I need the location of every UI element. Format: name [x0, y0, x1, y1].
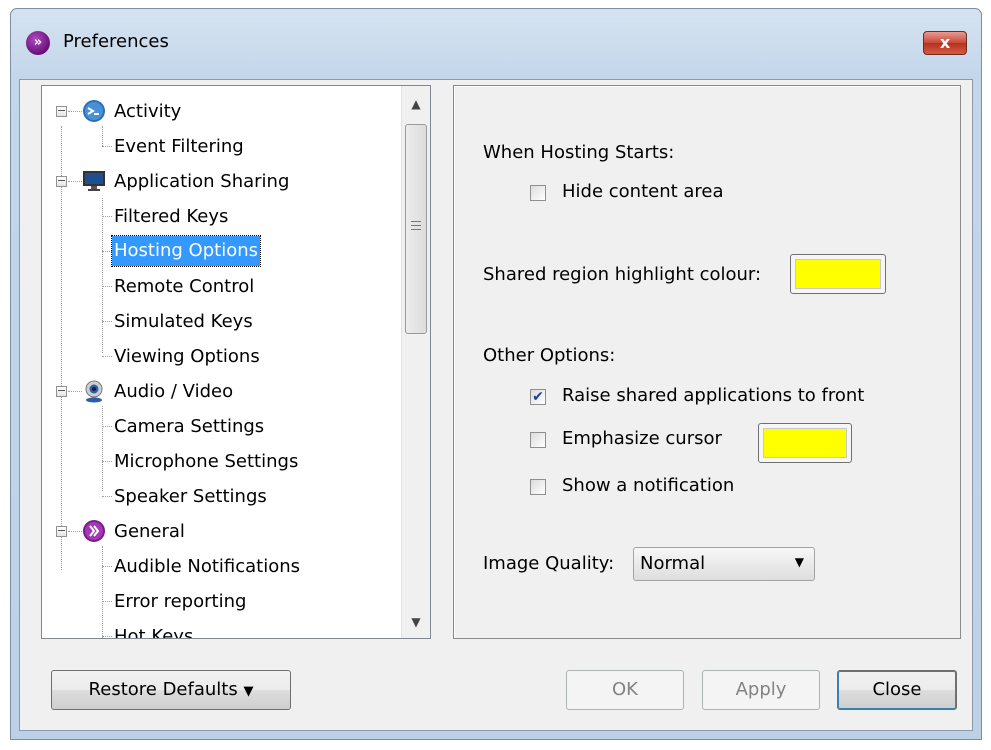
raise-apps-checkbox[interactable]: ✔: [530, 389, 546, 405]
tree-item-remote-control[interactable]: Remote Control: [42, 269, 402, 304]
tree-item-hot-keys[interactable]: Hot Keys: [42, 619, 402, 639]
window-close-button[interactable]: x: [923, 31, 967, 55]
tree-item-label: Hot Keys: [114, 626, 194, 639]
tree-item-microphone-settings[interactable]: Microphone Settings: [42, 444, 402, 479]
hide-content-checkbox[interactable]: [530, 185, 546, 201]
tree-item-filtered-keys[interactable]: Filtered Keys: [42, 199, 402, 234]
tree-item-audible-notifications[interactable]: Audible Notifications: [42, 549, 402, 584]
hide-content-label: Hide content area: [562, 181, 724, 202]
monitor-icon: [83, 171, 105, 191]
cursor-colour-swatch: [763, 428, 847, 458]
emphasize-cursor-label: Emphasize cursor: [562, 428, 722, 449]
tree-item-label: Viewing Options: [114, 346, 260, 367]
close-icon: x: [939, 33, 951, 52]
title-bar[interactable]: » Preferences x: [11, 9, 981, 79]
tree-item-label: Remote Control: [114, 276, 255, 297]
tree-item-label: Event Filtering: [114, 136, 244, 157]
window-title: Preferences: [63, 31, 169, 52]
tree-item-label: Camera Settings: [114, 416, 265, 437]
tree-item-viewing-options[interactable]: Viewing Options: [42, 339, 402, 374]
tree-scrollbar[interactable]: ▲ ▼: [401, 86, 430, 638]
checkmark-icon: ✔: [532, 389, 544, 405]
tree-item-label: Speaker Settings: [114, 486, 267, 507]
image-quality-label: Image Quality:: [483, 553, 615, 574]
tree-item-camera-settings[interactable]: Camera Settings: [42, 409, 402, 444]
tree-item-audio-video[interactable]: − Audio / Video: [42, 374, 402, 409]
tree-item-label: Audible Notifications: [114, 556, 301, 577]
tree-item-speaker-settings[interactable]: Speaker Settings: [42, 479, 402, 514]
tree-item-hosting-options[interactable]: Hosting Options: [42, 234, 402, 269]
tree-item-application-sharing[interactable]: − Application Sharing: [42, 164, 402, 199]
tree-item-label: Audio / Video: [114, 381, 234, 402]
webcam-icon: [85, 380, 103, 403]
cursor-colour-button[interactable]: [758, 423, 852, 463]
collapse-icon[interactable]: −: [56, 525, 67, 537]
collapse-icon[interactable]: −: [56, 175, 67, 187]
preferences-tree[interactable]: − Activity Event Filtering − Application…: [41, 85, 431, 639]
other-options-heading: Other Options:: [483, 345, 616, 366]
highlight-colour-button[interactable]: [790, 254, 886, 294]
restore-defaults-button[interactable]: Restore Defaults ▼: [51, 670, 291, 710]
tree-item-label-selected: Hosting Options: [111, 235, 261, 267]
close-button[interactable]: Close: [837, 670, 957, 710]
tree-item-label: Microphone Settings: [114, 451, 299, 472]
show-notification-checkbox[interactable]: [530, 479, 546, 495]
activity-icon: [83, 100, 105, 122]
tree-item-activity[interactable]: − Activity: [42, 94, 402, 129]
scroll-thumb[interactable]: [405, 124, 427, 334]
tree-item-label: Activity: [114, 101, 182, 122]
tree-item-event-filtering[interactable]: Event Filtering: [42, 129, 402, 164]
dropdown-arrow-icon: ▼: [243, 684, 254, 699]
tree-item-simulated-keys[interactable]: Simulated Keys: [42, 304, 402, 339]
tree-item-label: Application Sharing: [114, 171, 290, 192]
scroll-up-icon[interactable]: ▲: [402, 90, 430, 118]
image-quality-select[interactable]: Normal ▼: [633, 547, 815, 581]
tree-item-general[interactable]: − General: [42, 514, 402, 549]
apply-button[interactable]: Apply: [702, 670, 820, 710]
emphasize-cursor-checkbox[interactable]: [530, 432, 546, 448]
scroll-down-icon[interactable]: ▼: [402, 608, 430, 636]
highlight-colour-swatch: [795, 259, 881, 289]
highlight-colour-label: Shared region highlight colour:: [483, 264, 762, 285]
tree-item-label: Simulated Keys: [114, 311, 253, 332]
tree-item-error-reporting[interactable]: Error reporting: [42, 584, 402, 619]
show-notification-label: Show a notification: [562, 475, 735, 496]
collapse-icon[interactable]: −: [56, 105, 67, 117]
tree-item-label: Filtered Keys: [114, 206, 229, 227]
raise-apps-label: Raise shared applications to front: [562, 385, 865, 406]
general-icon: [83, 520, 105, 542]
restore-defaults-label: Restore Defaults: [88, 679, 238, 700]
chevron-down-icon: ▼: [794, 555, 804, 569]
hosting-starts-heading: When Hosting Starts:: [483, 142, 675, 163]
image-quality-value: Normal: [640, 553, 706, 574]
tree-item-label: Error reporting: [114, 591, 247, 612]
app-logo-icon: »: [26, 31, 50, 55]
tree-item-label: General: [114, 521, 185, 542]
collapse-icon[interactable]: −: [56, 385, 67, 397]
ok-button[interactable]: OK: [566, 670, 684, 710]
